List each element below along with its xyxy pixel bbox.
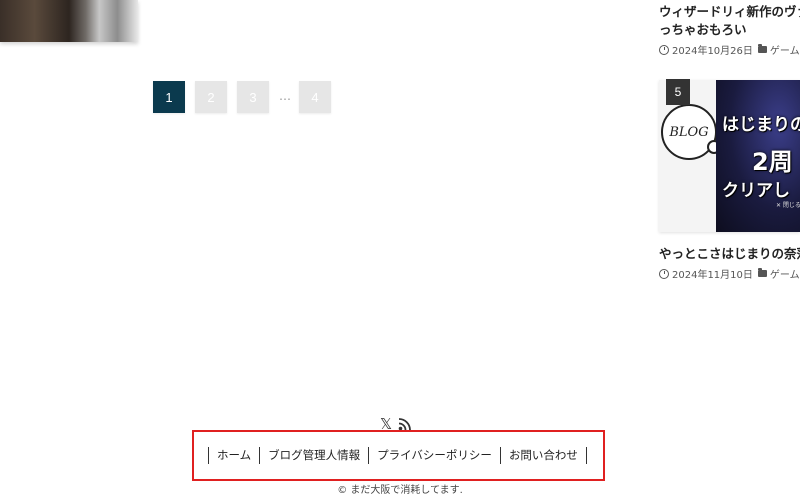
page-3-button[interactable]: 3 bbox=[237, 81, 269, 113]
banner-text-line1: はじまりの bbox=[722, 115, 800, 135]
page-4-button[interactable]: 4 bbox=[299, 81, 331, 113]
banner-text-line2: 2周 bbox=[752, 148, 793, 176]
folder-icon bbox=[757, 268, 767, 277]
post-date: 2024年11月10日 bbox=[672, 270, 753, 281]
clock-icon bbox=[659, 44, 669, 55]
banner-subtext: ✕ 閉じる bbox=[776, 202, 800, 209]
pagination-ellipsis: … bbox=[279, 89, 291, 103]
clock-icon bbox=[659, 268, 669, 279]
rank-badge: 5 bbox=[666, 79, 690, 105]
banner-image: はじまりの 2周 クリアし ✕ 閉じる bbox=[716, 80, 800, 232]
footer-menu: ホーム ブログ管理人情報 プライバシーポリシー お問い合わせ bbox=[192, 430, 605, 481]
blog-logo: BLOG bbox=[661, 104, 721, 160]
folder-icon bbox=[757, 44, 767, 53]
footer-link-about[interactable]: ブログ管理人情報 bbox=[259, 447, 368, 464]
post-category[interactable]: ゲーム bbox=[770, 42, 800, 57]
banner-text-line3: クリアし bbox=[722, 181, 790, 201]
footer-link-contact[interactable]: お問い合わせ bbox=[499, 447, 587, 464]
rss-icon[interactable] bbox=[398, 417, 412, 431]
page-1-button[interactable]: 1 bbox=[153, 81, 185, 113]
sidebar-post-title[interactable]: ウィザードリィ新作のヴァ bbox=[659, 2, 800, 22]
footer-link-home[interactable]: ホーム bbox=[208, 447, 259, 464]
post-thumbnail-image[interactable] bbox=[0, 0, 138, 42]
footer-link-privacy-policy[interactable]: プライバシーポリシー bbox=[368, 447, 500, 464]
sidebar-post-title-line2[interactable]: っちゃおもろい bbox=[659, 20, 800, 40]
post-date: 2024年10月26日 bbox=[672, 46, 753, 57]
sidebar-post-title[interactable]: やっとこさはじまりの奈落 bbox=[659, 244, 800, 264]
page-2-button[interactable]: 2 bbox=[195, 81, 227, 113]
post-category[interactable]: ゲーム bbox=[770, 266, 800, 281]
sidebar-post-meta: 2024年10月26日 ゲーム bbox=[659, 42, 800, 57]
sidebar-post-meta: 2024年11月10日 ゲーム bbox=[659, 266, 800, 281]
copyright-text: © まだ大阪で消耗してます. bbox=[337, 485, 463, 496]
